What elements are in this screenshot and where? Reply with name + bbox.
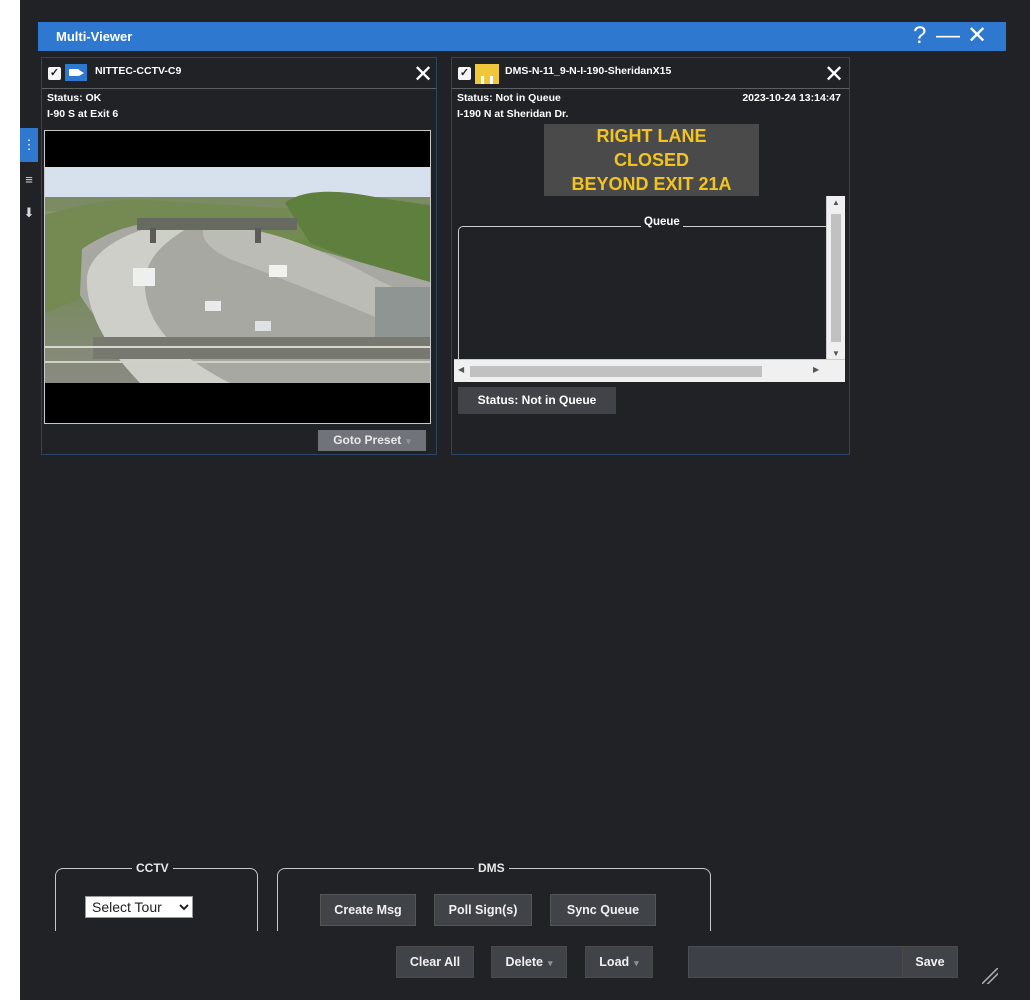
dots-vertical-icon[interactable]: ⋮ xyxy=(20,128,38,162)
dms-group: DMS Create Msg Poll Sign(s) Sync Queue xyxy=(277,861,711,931)
cctv-location: I-90 S at Exit 6 xyxy=(47,108,119,120)
poll-signs-button[interactable]: Poll Sign(s) xyxy=(434,894,532,926)
title-bar[interactable]: Multi-Viewer ? — ✕ xyxy=(38,22,1006,51)
dms-group-label: DMS xyxy=(474,861,509,875)
queue-horizontal-scroll-thumb[interactable] xyxy=(470,366,762,377)
layout-name-input[interactable] xyxy=(688,946,910,978)
dms-panel: ✓ DMS-N-11_9-N-I-190-SheridanX15 ✕ Statu… xyxy=(451,57,850,455)
cctv-select-checkbox[interactable]: ✓ xyxy=(48,67,61,80)
queue-horizontal-scrollbar[interactable]: ◀ ▶ xyxy=(454,359,845,382)
sign-icon xyxy=(475,64,499,84)
queue-list-content: Queue xyxy=(454,196,832,361)
side-tab-strip: ⋮ ≡ ⬇ xyxy=(20,128,38,230)
close-icon[interactable]: ✕ xyxy=(967,24,987,48)
camera-icon xyxy=(65,64,87,81)
camera-video-feed[interactable] xyxy=(44,130,431,424)
save-button[interactable]: Save xyxy=(902,946,958,978)
cctv-status: Status: OK xyxy=(47,92,102,104)
queue-vertical-scrollbar[interactable]: ▲ ▼ xyxy=(826,196,845,360)
clear-all-button[interactable]: Clear All xyxy=(396,946,474,978)
cctv-close-icon[interactable]: ✕ xyxy=(413,60,433,89)
highway-scene xyxy=(45,167,430,383)
scroll-left-icon[interactable]: ◀ xyxy=(458,365,464,374)
tour-select[interactable]: Select Tour xyxy=(85,896,193,918)
help-icon[interactable]: ? xyxy=(913,24,926,48)
cctv-group: CCTV Select Tour xyxy=(55,861,258,931)
window-title: Multi-Viewer xyxy=(56,29,133,44)
dms-timestamp: 2023-10-24 13:14:47 xyxy=(742,92,841,104)
list-icon[interactable]: ≡ xyxy=(20,162,38,196)
dms-select-checkbox[interactable]: ✓ xyxy=(458,67,471,80)
scroll-right-icon[interactable]: ▶ xyxy=(813,365,819,374)
cctv-panel-header: ✓ NITTEC-CCTV-C9 ✕ xyxy=(42,58,436,89)
camera-image xyxy=(45,167,430,383)
queue-label: Queue xyxy=(641,216,683,228)
load-button[interactable]: Load ▾ xyxy=(585,946,653,978)
queue-frame xyxy=(458,226,832,361)
dms-message-line-2: CLOSED xyxy=(613,150,689,170)
dms-status: Status: Not in Queue xyxy=(457,92,561,104)
cctv-name: NITTEC-CCTV-C9 xyxy=(95,65,182,77)
arrow-icon[interactable]: ⬇ xyxy=(20,196,38,230)
cctv-group-label: CCTV xyxy=(132,861,173,875)
cctv-panel: ✓ NITTEC-CCTV-C9 ✕ Status: OK I-90 S at … xyxy=(41,57,437,455)
scroll-up-icon[interactable]: ▲ xyxy=(832,198,840,207)
queue-list[interactable]: Queue ▲ ▼ ◀ ▶ xyxy=(454,196,845,382)
multi-viewer-window: Multi-Viewer ? — ✕ ⋮ ≡ ⬇ ✓ NITTEC-CCTV-C… xyxy=(20,0,1030,1000)
resize-grip-icon[interactable] xyxy=(982,968,998,984)
create-msg-button[interactable]: Create Msg xyxy=(320,894,416,926)
minimize-icon[interactable]: — xyxy=(936,24,960,48)
sync-queue-button[interactable]: Sync Queue xyxy=(550,894,656,926)
dms-close-icon[interactable]: ✕ xyxy=(824,60,844,89)
dms-message-line-3: BEYOND EXIT 21A xyxy=(571,174,732,194)
queue-status-button[interactable]: Status: Not in Queue xyxy=(458,387,616,414)
queue-vertical-scroll-thumb[interactable] xyxy=(831,214,841,342)
scroll-down-icon[interactable]: ▼ xyxy=(832,349,840,358)
dms-location: I-190 N at Sheridan Dr. xyxy=(457,108,569,120)
dms-message-line-1: RIGHT LANE xyxy=(596,126,707,146)
dms-panel-header: ✓ DMS-N-11_9-N-I-190-SheridanX15 ✕ xyxy=(452,58,849,89)
delete-button[interactable]: Delete ▾ xyxy=(491,946,567,978)
dms-message-display: RIGHT LANE CLOSED BEYOND EXIT 21A xyxy=(544,124,759,196)
dms-name: DMS-N-11_9-N-I-190-SheridanX15 xyxy=(505,65,672,77)
goto-preset-button[interactable]: Goto Preset ▾ xyxy=(318,430,426,451)
